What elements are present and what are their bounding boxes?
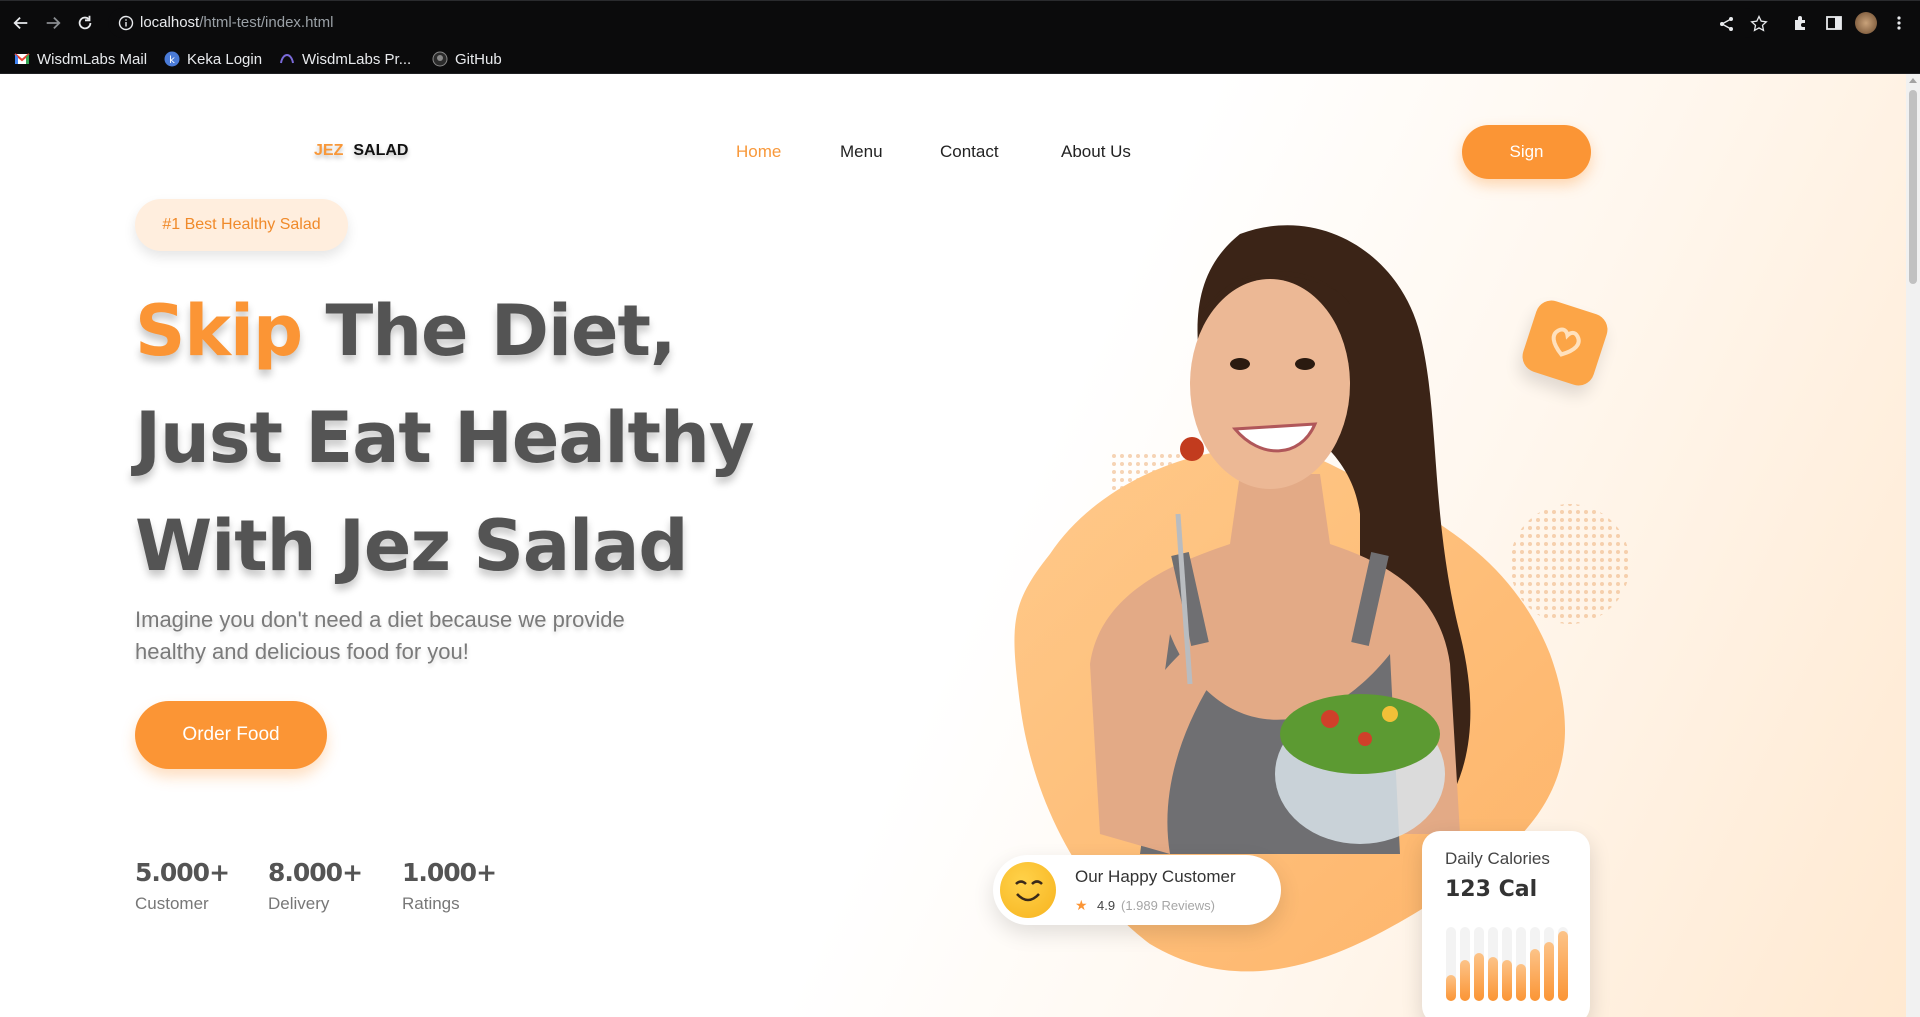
bookmark-label: GitHub [455, 50, 502, 68]
stat-delivery-label: Delivery [268, 894, 330, 913]
nav-menu[interactable]: Menu [840, 142, 883, 162]
github-icon [432, 51, 448, 67]
site-info-icon[interactable] [118, 15, 134, 31]
stat-delivery-value: 8.000+ [268, 858, 363, 887]
smiley-avatar [1000, 862, 1056, 918]
bookmark-keka-login[interactable]: k Keka Login [164, 49, 262, 69]
best-salad-badge: #1 Best Healthy Salad [135, 199, 348, 251]
address-bar[interactable]: localhost/html-test/index.html [108, 8, 1768, 38]
reload-icon[interactable] [72, 10, 98, 36]
headline-line-3: With Jez Salad [135, 505, 688, 587]
order-food-button[interactable]: Order Food [135, 701, 327, 769]
headline-line-1: Skip The Diet, [135, 290, 677, 372]
calories-bar [1446, 975, 1456, 1001]
nav-contact[interactable]: Contact [940, 142, 999, 162]
logo-part-salad: SALAD [353, 142, 409, 159]
back-icon[interactable] [8, 10, 34, 36]
site-logo[interactable]: JEZ SALAD [314, 142, 408, 160]
happy-customer-card: Our Happy Customer ★ 4.9 (1.989 Reviews) [993, 855, 1281, 925]
wisdmlabs-icon [280, 53, 294, 64]
happy-customer-title: Our Happy Customer [1075, 867, 1236, 886]
headline-line-1-rest: The Diet, [302, 290, 676, 372]
extensions-icon[interactable] [1792, 14, 1810, 32]
bookmark-github[interactable]: GitHub [432, 49, 502, 69]
keka-icon: k [164, 51, 180, 67]
page-viewport: JEZ SALAD Home Menu Contact About Us Sig… [0, 74, 1906, 1017]
headline-line-2: Just Eat Healthy [135, 397, 754, 479]
heart-card [1518, 296, 1612, 390]
stat-customer-value: 5.000+ [135, 858, 230, 887]
calories-bar-chart [1446, 927, 1570, 1001]
hero-subtext: Imagine you don't need a diet because we… [135, 607, 625, 664]
share-icon[interactable] [1718, 15, 1736, 33]
calories-bar [1516, 964, 1526, 1001]
customer-review-count: (1.989 Reviews) [1121, 898, 1215, 913]
stat-ratings-value: 1.000+ [402, 858, 497, 887]
profile-avatar[interactable] [1855, 12, 1877, 34]
daily-calories-title: Daily Calories [1445, 849, 1550, 868]
bookmarks-bar: WisdmLabs Mail k Keka Login WisdmLabs Pr… [0, 44, 1920, 74]
nav-about-us[interactable]: About Us [1061, 142, 1131, 162]
customer-rating: 4.9 [1097, 898, 1116, 913]
calories-bar [1558, 931, 1568, 1001]
bookmark-wisdmlabs-pr[interactable]: WisdmLabs Pr... [279, 49, 411, 69]
calories-bar [1530, 949, 1540, 1001]
bookmark-wisdmlabs-mail[interactable]: WisdmLabs Mail [14, 49, 147, 69]
svg-text:k: k [169, 55, 175, 66]
calories-bar [1474, 953, 1484, 1001]
browser-chrome: localhost/html-test/index.html WisdmLabs… [0, 0, 1920, 74]
daily-calories-value: 123 Cal [1445, 877, 1538, 902]
heart-icon [1551, 327, 1581, 357]
calories-bar [1502, 960, 1512, 1001]
calories-bar [1488, 957, 1498, 1001]
more-menu-icon[interactable] [1892, 14, 1906, 32]
smile-face-icon [1015, 880, 1043, 902]
page-scrollbar[interactable] [1906, 74, 1920, 1017]
scroll-up-arrow-icon[interactable] [1909, 78, 1917, 83]
side-panel-icon[interactable] [1825, 14, 1843, 32]
nav-home[interactable]: Home [736, 142, 781, 162]
gmail-icon [14, 53, 30, 64]
stat-ratings-label: Ratings [402, 894, 460, 913]
browser-toolbar: localhost/html-test/index.html [0, 0, 1920, 44]
bookmark-label: WisdmLabs Mail [37, 50, 148, 68]
bookmark-star-icon[interactable] [1750, 15, 1768, 33]
bookmark-label: Keka Login [187, 50, 263, 68]
forward-icon[interactable] [40, 10, 66, 36]
bookmark-label: WisdmLabs Pr... [302, 50, 412, 68]
url-path: /html-test/index.html [199, 14, 334, 31]
calories-bar [1460, 960, 1470, 1001]
url-host: localhost [140, 14, 200, 31]
scroll-thumb[interactable] [1909, 90, 1917, 284]
daily-calories-card: Daily Calories 123 Cal [1422, 831, 1590, 1017]
star-icon: ★ [1075, 898, 1088, 914]
calories-bar [1544, 942, 1554, 1001]
logo-part-jez: JEZ [314, 142, 344, 159]
stat-customer-label: Customer [135, 894, 209, 913]
url-text[interactable]: localhost/html-test/index.html [140, 14, 333, 31]
headline-highlight: Skip [135, 290, 303, 372]
dot-pattern-right [1510, 504, 1630, 624]
sign-button[interactable]: Sign [1462, 125, 1591, 179]
